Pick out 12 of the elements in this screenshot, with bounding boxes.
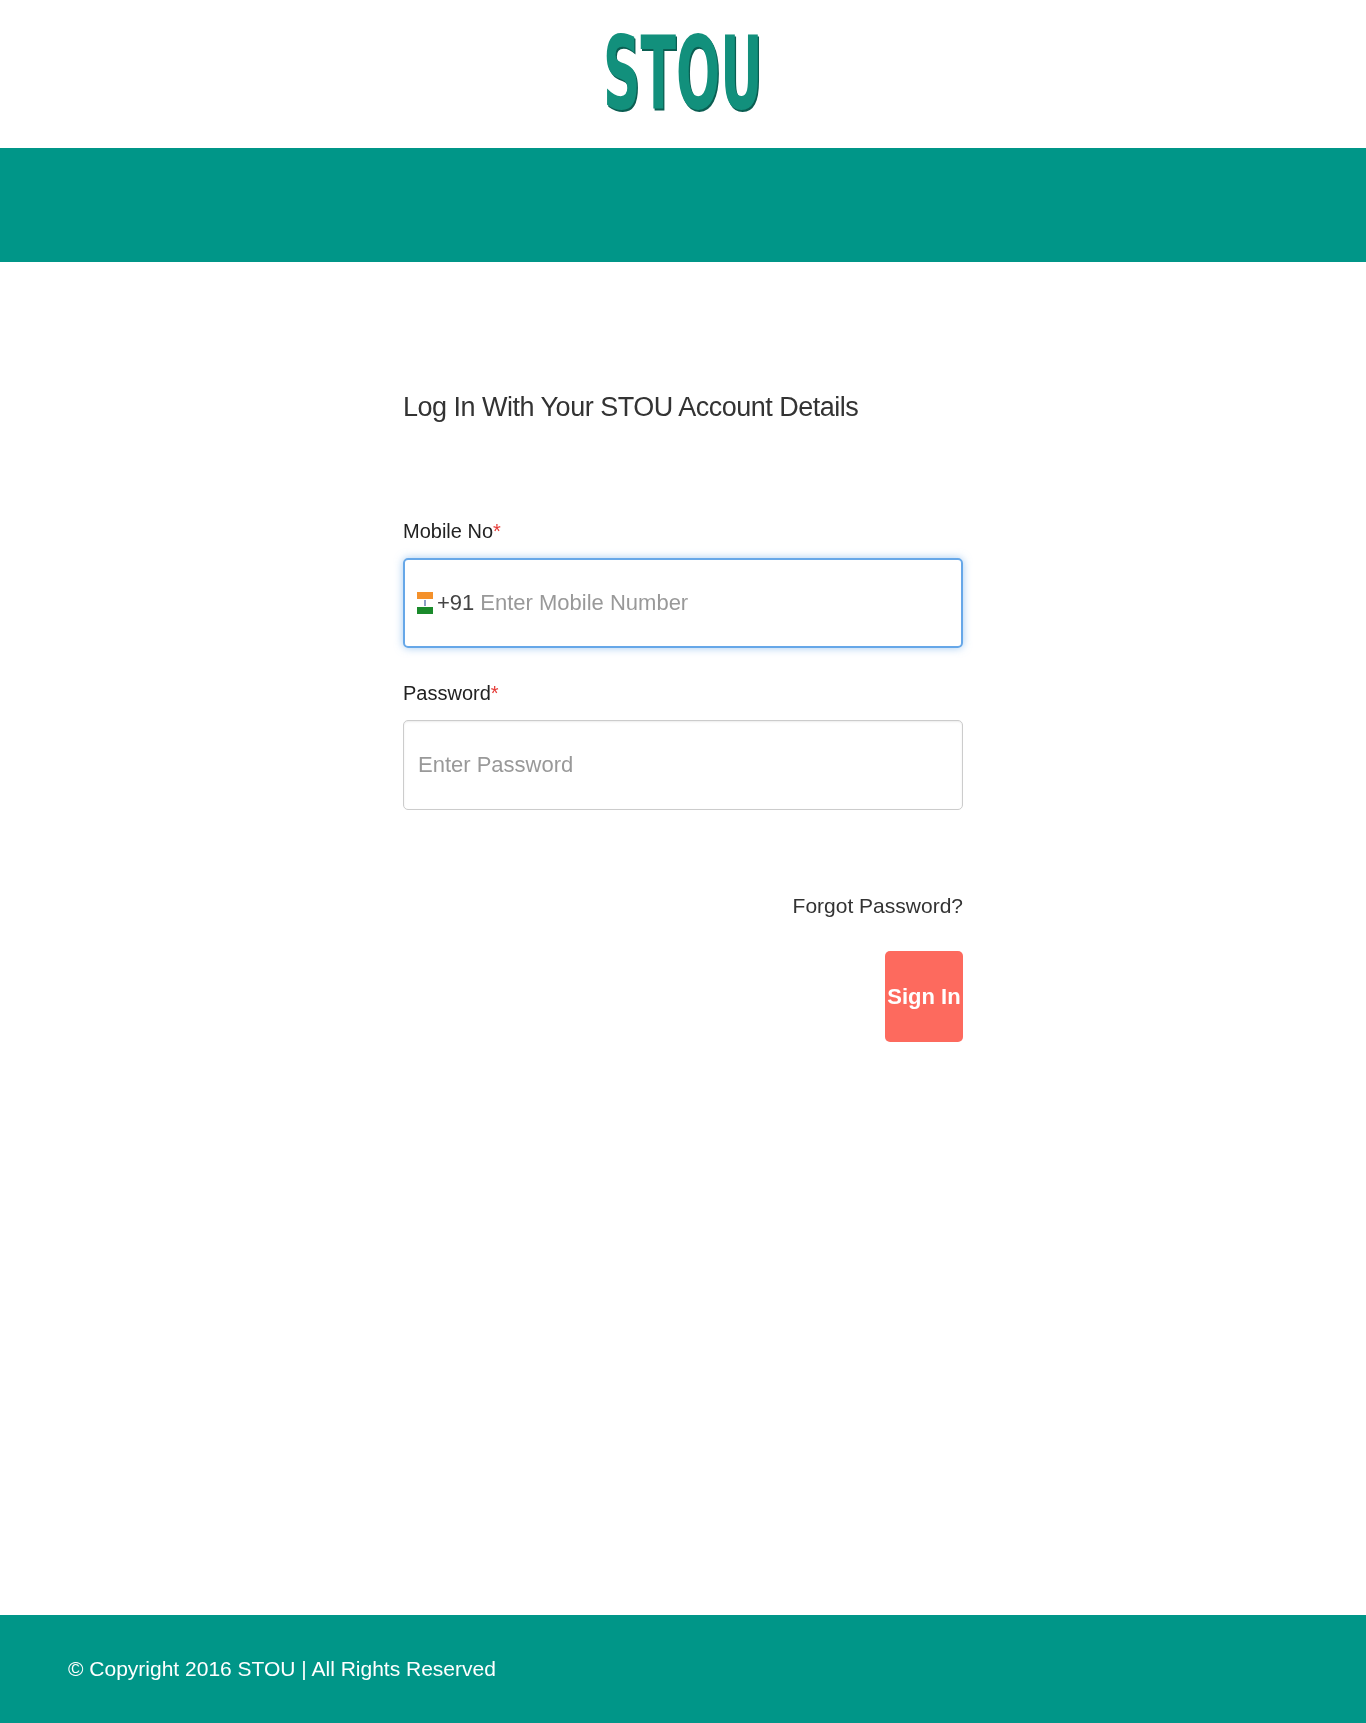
- field-label: Password: [403, 680, 491, 706]
- field-label: Mobile No: [403, 518, 494, 544]
- form-title: Log In With Your STOU Account Details: [403, 391, 860, 424]
- mobile-field[interactable]: +91 Enter Mobile Number: [403, 557, 963, 648]
- logo: STOU: [603, 23, 763, 125]
- flag-icon: [417, 591, 433, 614]
- copyright-text: © Copyright 2016 STOU | All Rights Reserved: [68, 1656, 496, 1683]
- forgot-password-link[interactable]: Forgot Password?: [792, 889, 963, 921]
- country-code: +91: [437, 589, 475, 617]
- required-mark: *: [493, 519, 501, 542]
- required-mark: *: [490, 681, 499, 704]
- input-field[interactable]: Enter Mobile Number: [478, 559, 949, 646]
